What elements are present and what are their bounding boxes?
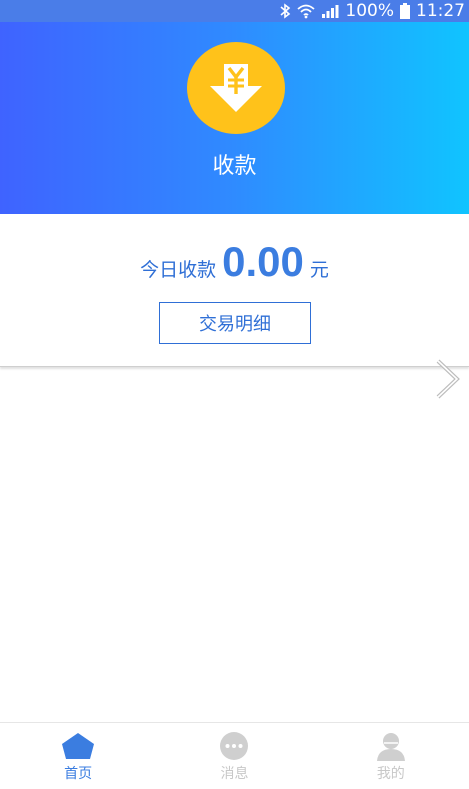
status-bar: 100% 11:27 — [0, 0, 469, 22]
nav-home[interactable]: 首页 — [0, 723, 156, 789]
page-title: 收款 — [212, 154, 257, 179]
signal-icon — [321, 3, 339, 19]
chevron-right-icon[interactable] — [435, 358, 461, 400]
wifi-icon — [297, 3, 315, 19]
nav-messages-label: 消息 — [220, 766, 249, 782]
currency-unit: 元 — [309, 259, 329, 281]
nav-profile[interactable]: 我的 — [313, 723, 469, 789]
today-receipts-amount: 0.00 — [222, 238, 304, 285]
home-icon — [61, 731, 95, 761]
bluetooth-icon — [279, 3, 291, 19]
header-banner: 收款 — [0, 22, 469, 214]
nav-home-label: 首页 — [64, 766, 93, 782]
message-icon — [217, 731, 251, 761]
today-receipts-label: 今日收款 — [140, 259, 217, 281]
today-summary-panel: 今日收款 0.00 元 交易明细 — [0, 214, 469, 367]
profile-icon — [374, 731, 408, 761]
nav-profile-label: 我的 — [376, 766, 405, 782]
transaction-details-button[interactable]: 交易明细 — [159, 302, 311, 344]
battery-icon — [400, 3, 410, 19]
yen-download-icon[interactable] — [187, 42, 285, 134]
clock: 11:27 — [416, 1, 465, 21]
today-receipts-row: 今日收款 0.00 元 — [0, 238, 469, 286]
nav-messages[interactable]: 消息 — [156, 723, 312, 789]
battery-percent: 100% — [345, 1, 394, 21]
bottom-navigation: 首页 消息 我的 — [0, 722, 469, 789]
